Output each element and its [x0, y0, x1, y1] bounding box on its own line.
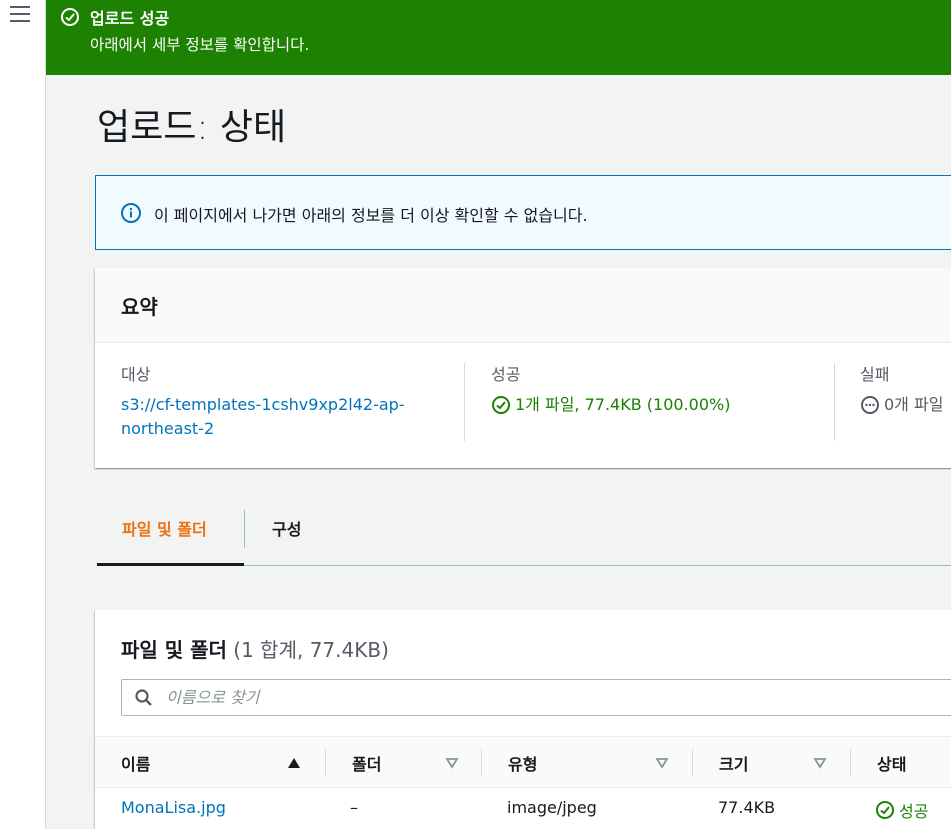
column-header-folder[interactable]: 폴더 [352, 751, 381, 775]
column-header-name[interactable]: 이름 [121, 751, 150, 775]
files-title: 파일 및 폴더 [121, 638, 227, 662]
success-flash-banner: 업로드 성공 아래에서 세부 정보를 확인합니다. [46, 0, 951, 75]
sort-ascending-icon[interactable] [287, 757, 301, 769]
info-text: 이 페이지에서 나가면 아래의 정보를 더 이상 확인할 수 없습니다. [154, 206, 588, 225]
fail-value: 0개 파일 [884, 395, 944, 414]
table-header: 이름 폴더 유형 크기 상태 [95, 736, 951, 788]
column-header-status[interactable]: 상태 [877, 751, 906, 775]
column-header-type[interactable]: 유형 [508, 751, 537, 775]
target-label: 대상 [121, 365, 151, 384]
success-value-row: 1개 파일, 77.4KB (100.00%) [491, 393, 730, 417]
fail-label: 실패 [860, 365, 890, 384]
check-circle-icon [61, 8, 79, 26]
success-value: 1개 파일, 77.4KB (100.00%) [515, 395, 731, 414]
file-status-text: 성공 [899, 802, 929, 821]
file-type: image/jpeg [507, 798, 597, 817]
tab-configuration[interactable]: 구성 [272, 500, 301, 566]
column-header-size[interactable]: 크기 [719, 751, 748, 775]
column-divider [692, 749, 693, 777]
file-name-link[interactable]: MonaLisa.jpg [121, 798, 226, 817]
search-box[interactable] [121, 679, 951, 716]
files-container: 파일 및 폴더 (1 합계, 77.4KB) 이름 폴더 유형 크기 상태 Mo… [95, 610, 951, 829]
files-header: 파일 및 폴더 (1 합계, 77.4KB) [121, 634, 389, 663]
check-circle-icon [876, 801, 894, 819]
sort-icon[interactable] [655, 757, 669, 769]
sort-icon[interactable] [445, 757, 459, 769]
table-row: MonaLisa.jpg – image/jpeg 77.4KB 성공 [95, 788, 951, 828]
column-divider [464, 363, 465, 441]
flash-message: 아래에서 세부 정보를 확인합니다. [90, 36, 310, 54]
summary-title: 요약 [121, 295, 158, 319]
search-input[interactable] [166, 680, 946, 715]
summary-container: 요약 대상 s3://cf-templates-1cshv9xp2l42-ap-… [95, 268, 951, 468]
summary-header [95, 268, 951, 343]
success-label: 성공 [491, 365, 521, 384]
sort-icon[interactable] [813, 757, 827, 769]
column-divider [325, 749, 326, 777]
fail-value-row: 0개 파일 [860, 393, 943, 417]
file-status: 성공 [875, 798, 928, 822]
info-icon [121, 203, 141, 223]
left-nav [0, 0, 46, 829]
flash-title: 업로드 성공 [90, 9, 170, 28]
files-count: (1 합계, 77.4KB) [233, 638, 389, 662]
column-divider [834, 363, 835, 441]
success-column: 성공 1개 파일, 77.4KB (100.00%) [491, 361, 730, 417]
info-alert: 이 페이지에서 나가면 아래의 정보를 더 이상 확인할 수 없습니다. [95, 175, 951, 250]
file-folder: – [350, 798, 358, 817]
menu-icon[interactable] [10, 6, 30, 22]
search-icon [135, 689, 152, 706]
tab-files-and-folders[interactable]: 파일 및 폴더 [97, 500, 244, 566]
target-column: 대상 s3://cf-templates-1cshv9xp2l42-ap-nor… [121, 361, 421, 441]
tab-divider [244, 510, 245, 548]
target-link[interactable]: s3://cf-templates-1cshv9xp2l42-ap-northe… [121, 393, 421, 441]
column-divider [481, 749, 482, 777]
column-divider [850, 749, 851, 777]
page-title: 업로드: 상태 [97, 107, 287, 148]
fail-column: 실패 0개 파일 [860, 361, 943, 417]
pending-circle-icon [861, 396, 879, 414]
file-size: 77.4KB [718, 798, 776, 817]
check-circle-icon [492, 396, 510, 414]
tab-list: 파일 및 폴더 구성 [97, 500, 951, 566]
